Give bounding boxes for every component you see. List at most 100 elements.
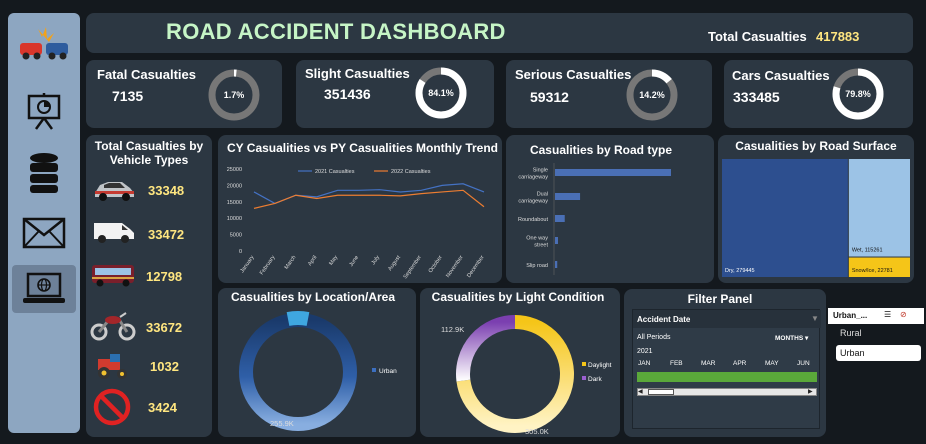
scroll-left-icon[interactable]: ◀ <box>638 388 643 395</box>
total-casualties-label: Total Casualties <box>708 29 807 44</box>
slicer-option-urban[interactable]: Urban <box>836 345 921 361</box>
filter-panel: Filter Panel Accident Date ▼ All Periods… <box>624 289 826 437</box>
slicer-option-rural[interactable]: Rural <box>840 328 862 338</box>
vehicle-value: 3424 <box>148 400 177 415</box>
filter-title: Filter Panel <box>687 292 753 306</box>
kpi-pct: 79.8% <box>845 89 871 99</box>
header: ROAD ACCIDENT DASHBOARD Total Casualties… <box>86 13 913 53</box>
all-periods: All Periods <box>637 334 671 341</box>
light-panel: Casualities by Light Condition 112.9K 30… <box>420 288 620 437</box>
laptop-globe-icon <box>23 272 65 303</box>
legend-label: Daylight <box>588 362 612 369</box>
legend-label: 2022 Casualties <box>391 169 431 175</box>
no-entry-icon <box>93 388 131 426</box>
data-label-dark: 112.9K <box>441 325 464 334</box>
months-label: MONTHS <box>775 335 804 342</box>
presentation-icon <box>27 93 61 130</box>
vehicle-value: 33672 <box>146 320 183 335</box>
month-label[interactable]: JUN <box>797 360 810 367</box>
car-icon <box>95 182 134 201</box>
category-label: carriageway <box>518 175 548 181</box>
location-chart: 255.9K Urban <box>239 311 397 431</box>
x-tick-label: November <box>445 255 465 279</box>
data-label: 255.9K <box>270 419 294 428</box>
legend-swatch <box>582 376 586 380</box>
multi-select-icon[interactable]: ☰ <box>884 310 891 319</box>
month-label[interactable]: MAY <box>765 360 779 367</box>
month-label[interactable]: JAN <box>638 360 650 367</box>
month-label[interactable]: FEB <box>670 360 683 367</box>
kpi-slight: Slight Casualties 351436 84.1% <box>296 60 494 128</box>
clear-filter-icon[interactable]: ⊘ <box>900 310 907 319</box>
vehicle-value: 33472 <box>148 227 185 242</box>
mail-icon <box>22 217 66 249</box>
y-tick-label: 0 <box>239 249 242 255</box>
kpi-value: 351436 <box>324 86 371 102</box>
sidebar-item-accident[interactable] <box>12 21 76 69</box>
x-tick-label: December <box>466 255 486 279</box>
kpi-donut: 1.7% <box>208 69 260 121</box>
timeline-scrollbar[interactable]: ◀ ▶ <box>637 388 817 396</box>
accident-date-label: Accident Date <box>637 315 691 324</box>
scroll-right-icon[interactable]: ▶ <box>808 388 813 395</box>
location-panel: Casualities by Location/Area 255.9K Urba… <box>218 288 416 437</box>
car-crash-icon <box>20 27 68 60</box>
treemap-cell <box>848 159 910 257</box>
months-dropdown[interactable]: MONTHS ▾ <box>775 334 808 342</box>
x-tick-label: September <box>403 255 423 281</box>
road-surface-chart: Dry, 279445 Wet, 115261 Snow/Ice, 22781 <box>722 159 910 277</box>
data-label-daylight: 305.0K <box>525 427 549 436</box>
kpi-value: 333485 <box>733 89 780 105</box>
legend-swatch <box>372 368 376 372</box>
slicer-header: Urban_... ☰ ⊘ <box>828 308 924 324</box>
road-type-chart: SinglecarriagewayDualcarriagewayRoundabo… <box>518 163 671 275</box>
vehicle-types-panel: Total Casualties by Vehicle Types 33348 … <box>86 135 212 437</box>
treemap-cell <box>722 159 848 277</box>
x-tick-label: April <box>307 255 318 267</box>
total-casualties-value: 417883 <box>816 29 860 44</box>
database-icon <box>30 153 58 193</box>
x-tick-label: June <box>348 255 360 268</box>
y-tick-label: 5000 <box>230 233 242 239</box>
kpi-label: Serious Casualties <box>515 67 632 82</box>
x-tick-label: May <box>328 255 339 267</box>
trend-title: CY Casualities vs PY Casualities Monthly… <box>227 141 498 155</box>
sidebar-item-presentation[interactable] <box>12 87 76 135</box>
kpi-label: Cars Casualties <box>732 68 830 83</box>
urban-slicer: Urban_... ☰ ⊘ Rural Urban <box>828 308 924 368</box>
bar <box>555 215 565 222</box>
chevron-down-icon: ▾ <box>804 335 809 342</box>
timeline-bar[interactable] <box>637 372 817 382</box>
kpi-fatal: Fatal Casualties 7135 1.7% <box>86 60 282 128</box>
month-label[interactable]: APR <box>733 360 746 367</box>
rural-slice <box>286 311 310 326</box>
y-tick-label: 15000 <box>227 200 242 206</box>
light-title: Casualities by Light Condition <box>431 290 605 304</box>
bus-icon <box>92 265 134 287</box>
sidebar-item-mail[interactable] <box>12 209 76 257</box>
treemap-label: Snow/Ice, 22781 <box>852 268 893 274</box>
kpi-pct: 1.7% <box>224 90 245 100</box>
trend-panel: CY Casualities vs PY Casualities Monthly… <box>218 135 502 283</box>
sidebar-item-database[interactable] <box>12 149 76 197</box>
kpi-value: 7135 <box>112 88 144 104</box>
kpi-serious: Serious Casualties 59312 14.2% <box>506 60 712 128</box>
kpi-pct: 14.2% <box>639 90 665 100</box>
legend-label: Urban <box>379 368 397 375</box>
light-chart: 112.9K 305.0K Daylight Dark <box>441 315 612 436</box>
category-label: carriageway <box>518 199 548 205</box>
category-label: street <box>534 243 548 249</box>
clear-filter-icon[interactable]: ▼ <box>811 314 819 323</box>
scroll-thumb[interactable] <box>648 389 674 395</box>
page-title: ROAD ACCIDENT DASHBOARD <box>166 19 506 44</box>
y-tick-label: 20000 <box>227 183 242 189</box>
vehicle-types-title: Total Casualties by Vehicle Types <box>94 139 204 167</box>
sidebar-item-web[interactable] <box>12 265 76 313</box>
kpi-label: Fatal Casualties <box>97 67 196 82</box>
slicer-title: Urban_... <box>833 311 868 320</box>
kpi-donut: 84.1% <box>415 67 467 119</box>
bar <box>555 237 558 244</box>
category-label: One way <box>526 236 548 242</box>
month-label[interactable]: MAR <box>701 360 715 367</box>
legend-label: Dark <box>588 376 602 383</box>
